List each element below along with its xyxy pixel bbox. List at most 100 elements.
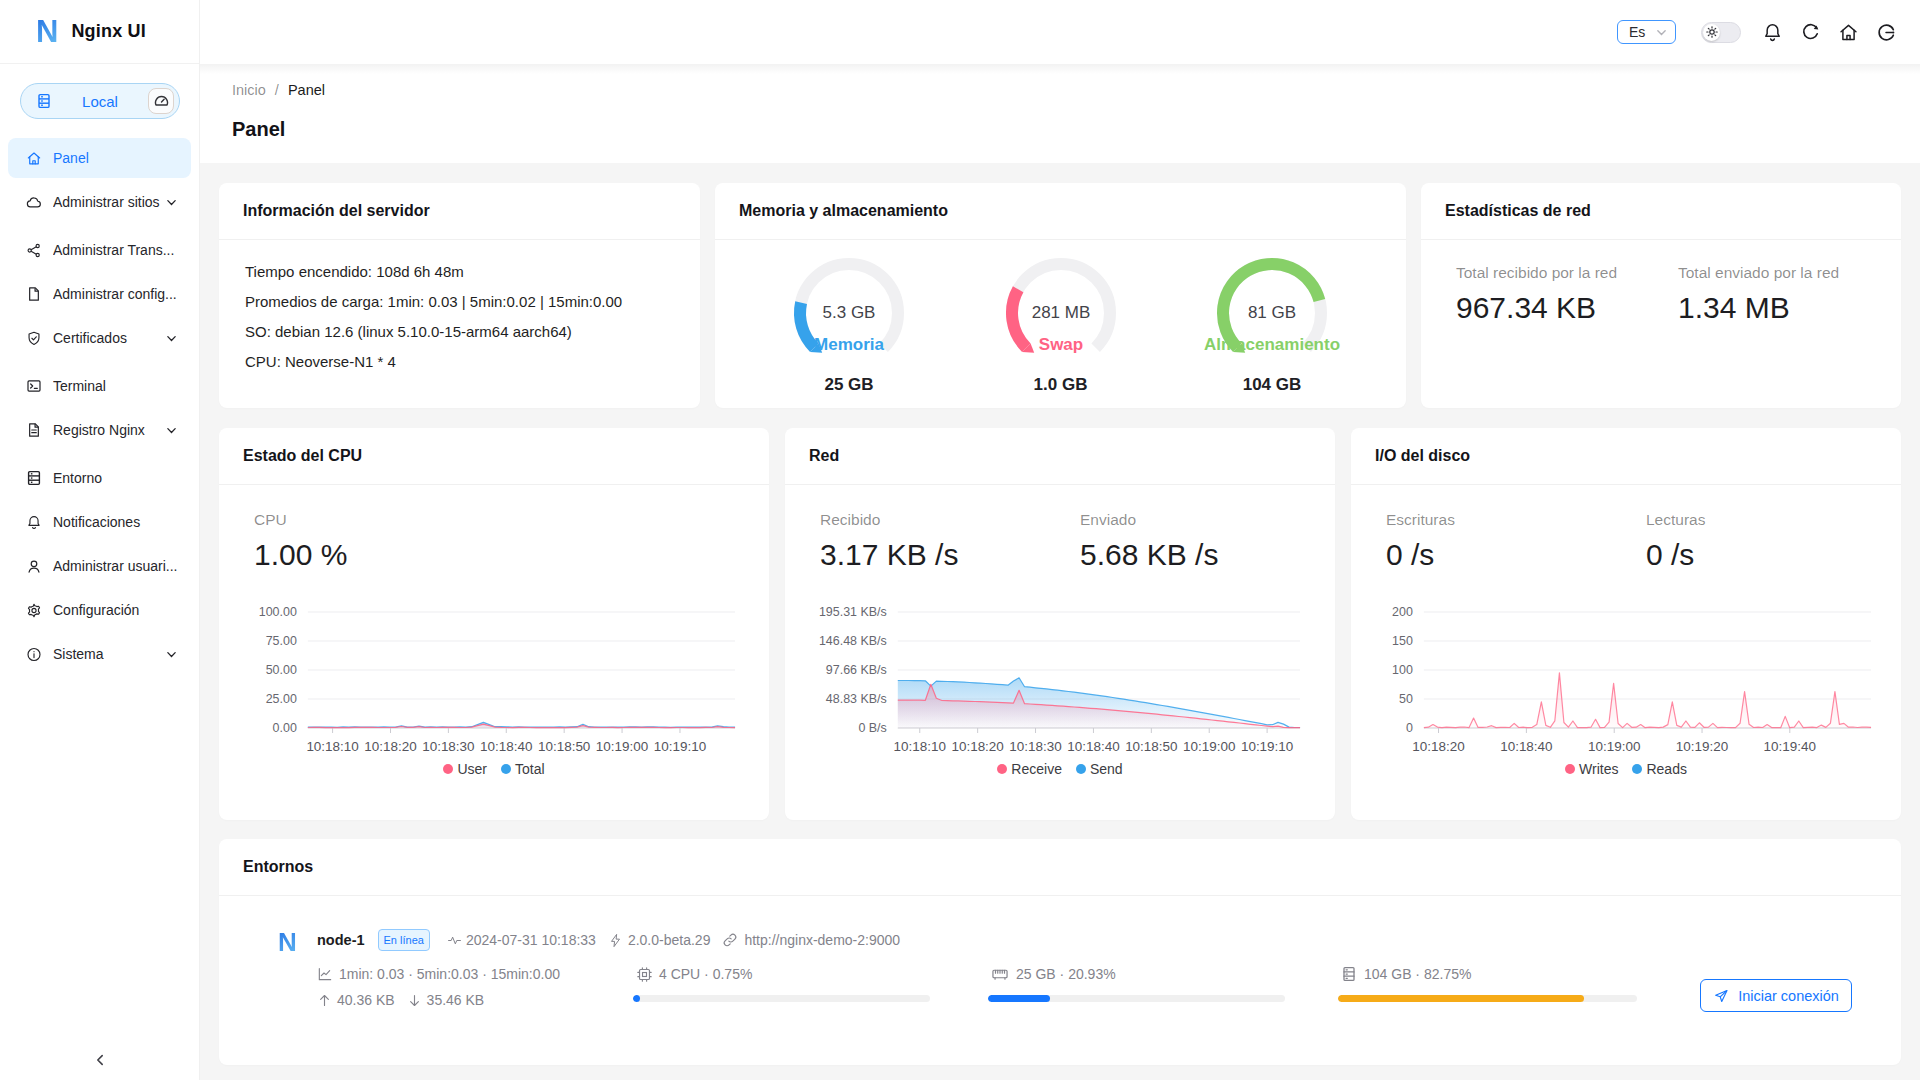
- node-version: 2.0.0-beta.29: [608, 932, 711, 948]
- svg-text:200: 200: [1392, 605, 1413, 619]
- sidebar-collapse-button[interactable]: [0, 1053, 199, 1067]
- environment-selector[interactable]: Local: [20, 83, 180, 119]
- sidebar-item-administrar-sitios[interactable]: Administrar sitios: [8, 182, 191, 222]
- dashboard-gauge-button[interactable]: [148, 88, 174, 114]
- cpu-chart: 100.0075.0050.0025.000.0010:18:1010:18:2…: [219, 578, 769, 756]
- row-overview: Información del servidor Tiempo encendid…: [219, 183, 1901, 408]
- dashboard-content: Información del servidor Tiempo encendid…: [200, 163, 1920, 1080]
- sidebar-item-label: Configuración: [53, 602, 177, 618]
- legend-dot: [997, 764, 1007, 774]
- memory-icon: [991, 965, 1009, 983]
- network-stats-body: Total recibido por la red967.34 KBTotal …: [1421, 240, 1901, 325]
- chart-stats: Recibido3.17 KB /sEnviado5.68 KB /s: [785, 485, 1335, 572]
- chart-legend: Writes Reads: [1351, 760, 1901, 778]
- sidebar-item-registro-nginx[interactable]: Registro Nginx: [8, 410, 191, 450]
- legend-reads[interactable]: Reads: [1632, 761, 1686, 777]
- svg-text:146.48 KB/s: 146.48 KB/s: [819, 634, 887, 648]
- stat-value: 0 /s: [1386, 538, 1646, 572]
- stat: Lecturas0 /s: [1646, 511, 1877, 572]
- legend-send[interactable]: Send: [1076, 761, 1123, 777]
- legend-user[interactable]: User: [443, 761, 487, 777]
- node-status-badge: En línea: [378, 929, 430, 951]
- sidebar-item-label: Sistema: [53, 646, 166, 662]
- cpu-card: Estado del CPUCPU1.00 %100.0075.0050.002…: [219, 428, 769, 820]
- sidebar-item-label: Certificados: [53, 330, 166, 346]
- theme-toggle-knob: [1703, 24, 1720, 41]
- info-icon: [26, 646, 42, 662]
- node-name: node-1: [317, 932, 365, 948]
- share-icon: [26, 242, 42, 258]
- notifications-bell-icon[interactable]: [1761, 21, 1783, 43]
- legend-dot: [443, 764, 453, 774]
- arrow-down-icon: [407, 993, 422, 1008]
- logout-power-icon[interactable]: [1875, 21, 1897, 43]
- sidebar-item-administrar-usuarios[interactable]: Administrar usuari...: [8, 546, 191, 586]
- chevron-down-icon: [166, 425, 177, 436]
- sidebar-item-administrar-configuraciones[interactable]: Administrar config...: [8, 274, 191, 314]
- sidebar: N Nginx UI Local: [0, 0, 200, 1080]
- sidebar-item-certificados[interactable]: Certificados: [8, 318, 191, 358]
- sidebar-item-label: Terminal: [53, 378, 177, 394]
- sun-icon: [1706, 26, 1718, 38]
- sidebar-item-administrar-transmisiones[interactable]: Administrar Trans...: [8, 230, 191, 270]
- network-stats-title: Estadísticas de red: [1421, 183, 1901, 240]
- svg-text:10:19:40: 10:19:40: [1764, 739, 1816, 754]
- home-icon[interactable]: [1837, 21, 1859, 43]
- storage-icon: [1341, 966, 1357, 982]
- svg-text:10:19:10: 10:19:10: [654, 739, 706, 754]
- breadcrumb-home[interactable]: Inicio: [232, 82, 266, 98]
- theme-toggle[interactable]: [1701, 22, 1741, 43]
- network-card: RedRecibido3.17 KB /sEnviado5.68 KB /s19…: [785, 428, 1335, 820]
- stat: CPU 1.00 %: [254, 511, 514, 572]
- language-select[interactable]: Es: [1617, 20, 1676, 44]
- server-info-line: CPU: Neoverse-N1 * 4: [245, 353, 676, 372]
- cpu-icon: [636, 966, 653, 983]
- svg-text:10:18:20: 10:18:20: [364, 739, 416, 754]
- legend-total[interactable]: Total: [501, 761, 545, 777]
- network-stats-card: Estadísticas de red Total recibido por l…: [1421, 183, 1901, 408]
- line-chart-icon: [317, 966, 333, 982]
- brand-logo: N Nginx UI: [0, 0, 199, 64]
- sidebar-item-label: Administrar config...: [53, 286, 177, 302]
- stat-value: 1.00 %: [254, 538, 514, 572]
- server-info-line: Tiempo encendido: 108d 6h 48m: [245, 263, 676, 282]
- send-icon: [1713, 988, 1729, 1004]
- sidebar-item-terminal[interactable]: Terminal: [8, 366, 191, 406]
- stat-label: CPU: [254, 511, 514, 529]
- sidebar-item-entorno[interactable]: Entorno: [8, 458, 191, 498]
- sidebar-item-panel[interactable]: Panel: [8, 138, 191, 178]
- environment-selector-label: Local: [52, 93, 148, 110]
- svg-text:10:18:20: 10:18:20: [1412, 739, 1464, 754]
- stat: Enviado5.68 KB /s: [1080, 511, 1311, 572]
- server-info-card: Información del servidor Tiempo encendid…: [219, 183, 700, 408]
- legend-writes[interactable]: Writes: [1565, 761, 1618, 777]
- svg-text:10:18:30: 10:18:30: [1009, 739, 1061, 754]
- svg-text:50.00: 50.00: [266, 663, 297, 677]
- memory-storage-card: Memoria y almacenamiento 5.3 GBMemoria25…: [715, 183, 1406, 408]
- legend-dot: [1076, 764, 1086, 774]
- svg-text:25.00: 25.00: [266, 692, 297, 706]
- stat-label: Escrituras: [1386, 511, 1646, 529]
- row-environments: Entornos N node-1 En línea 2024-07-31 10…: [219, 839, 1901, 1065]
- terminal-icon: [26, 378, 42, 394]
- sidebar-item-notificaciones[interactable]: Notificaciones: [8, 502, 191, 542]
- legend-receive[interactable]: Receive: [997, 761, 1062, 777]
- sidebar-item-label: Panel: [53, 150, 177, 166]
- home-icon: [26, 150, 42, 166]
- bell-icon: [26, 514, 42, 530]
- connect-button[interactable]: Iniciar conexión: [1700, 979, 1852, 1012]
- sidebar-item-sistema[interactable]: Sistema: [8, 634, 191, 674]
- chart-stats: Escrituras 0 /sLecturas0 /s: [1351, 485, 1901, 572]
- svg-text:48.83 KB/s: 48.83 KB/s: [826, 692, 887, 706]
- stat: Escrituras 0 /s: [1386, 511, 1646, 572]
- gauge-name: Memoria: [814, 335, 884, 354]
- refresh-icon[interactable]: [1799, 21, 1821, 43]
- row-charts: Estado del CPUCPU1.00 %100.0075.0050.002…: [219, 428, 1901, 820]
- breadcrumb-separator: /: [275, 82, 279, 98]
- arrow-up-icon: [317, 993, 332, 1008]
- sidebar-item-label: Entorno: [53, 470, 177, 486]
- gauge-value: 5.3 GB: [823, 303, 876, 322]
- environments-title: Entornos: [219, 839, 1901, 896]
- net-total-stat: Total recibido por la red967.34 KB: [1456, 264, 1678, 325]
- sidebar-item-configuracion[interactable]: Configuración: [8, 590, 191, 630]
